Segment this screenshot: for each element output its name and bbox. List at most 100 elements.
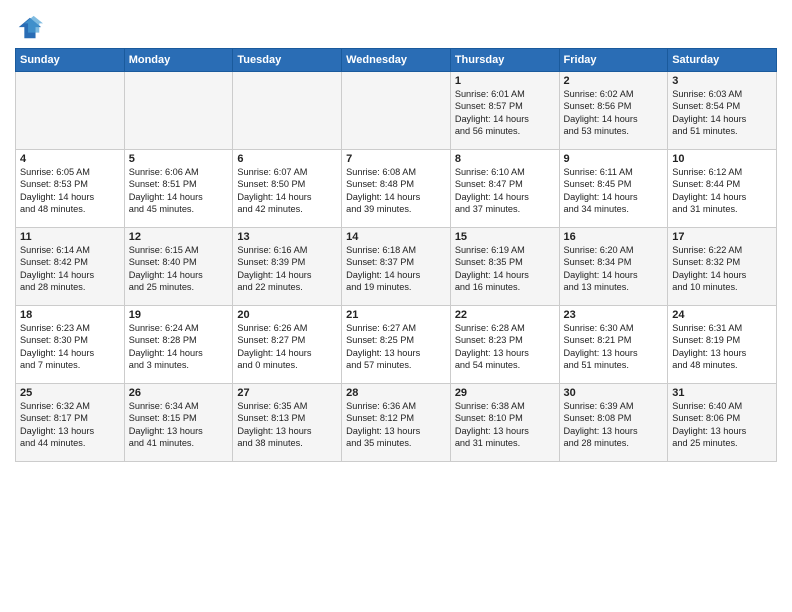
logo: [15, 14, 45, 42]
day-number: 13: [237, 231, 337, 243]
day-number: 6: [237, 153, 337, 165]
day-info: Sunrise: 6:26 AMSunset: 8:27 PMDaylight:…: [237, 322, 337, 372]
day-header-tuesday: Tuesday: [233, 49, 342, 72]
day-info: Sunrise: 6:15 AMSunset: 8:40 PMDaylight:…: [129, 244, 229, 294]
day-number: 9: [564, 153, 664, 165]
day-cell: 27Sunrise: 6:35 AMSunset: 8:13 PMDayligh…: [233, 384, 342, 462]
day-cell: 20Sunrise: 6:26 AMSunset: 8:27 PMDayligh…: [233, 306, 342, 384]
day-info: Sunrise: 6:22 AMSunset: 8:32 PMDaylight:…: [672, 244, 772, 294]
day-info: Sunrise: 6:07 AMSunset: 8:50 PMDaylight:…: [237, 166, 337, 216]
calendar-header-row: SundayMondayTuesdayWednesdayThursdayFrid…: [16, 49, 777, 72]
day-cell: 3Sunrise: 6:03 AMSunset: 8:54 PMDaylight…: [668, 72, 777, 150]
day-number: 31: [672, 387, 772, 399]
day-cell: 6Sunrise: 6:07 AMSunset: 8:50 PMDaylight…: [233, 150, 342, 228]
day-cell: 7Sunrise: 6:08 AMSunset: 8:48 PMDaylight…: [342, 150, 451, 228]
day-cell: 4Sunrise: 6:05 AMSunset: 8:53 PMDaylight…: [16, 150, 125, 228]
day-info: Sunrise: 6:20 AMSunset: 8:34 PMDaylight:…: [564, 244, 664, 294]
day-info: Sunrise: 6:34 AMSunset: 8:15 PMDaylight:…: [129, 400, 229, 450]
day-number: 14: [346, 231, 446, 243]
day-header-sunday: Sunday: [16, 49, 125, 72]
main-container: SundayMondayTuesdayWednesdayThursdayFrid…: [0, 0, 792, 472]
day-info: Sunrise: 6:39 AMSunset: 8:08 PMDaylight:…: [564, 400, 664, 450]
day-info: Sunrise: 6:32 AMSunset: 8:17 PMDaylight:…: [20, 400, 120, 450]
day-header-friday: Friday: [559, 49, 668, 72]
calendar-table: SundayMondayTuesdayWednesdayThursdayFrid…: [15, 48, 777, 462]
day-number: 21: [346, 309, 446, 321]
day-number: 19: [129, 309, 229, 321]
week-row-3: 11Sunrise: 6:14 AMSunset: 8:42 PMDayligh…: [16, 228, 777, 306]
day-info: Sunrise: 6:11 AMSunset: 8:45 PMDaylight:…: [564, 166, 664, 216]
day-cell: 14Sunrise: 6:18 AMSunset: 8:37 PMDayligh…: [342, 228, 451, 306]
day-cell: 16Sunrise: 6:20 AMSunset: 8:34 PMDayligh…: [559, 228, 668, 306]
week-row-1: 1Sunrise: 6:01 AMSunset: 8:57 PMDaylight…: [16, 72, 777, 150]
day-number: 3: [672, 75, 772, 87]
day-info: Sunrise: 6:18 AMSunset: 8:37 PMDaylight:…: [346, 244, 446, 294]
day-cell: 24Sunrise: 6:31 AMSunset: 8:19 PMDayligh…: [668, 306, 777, 384]
day-info: Sunrise: 6:23 AMSunset: 8:30 PMDaylight:…: [20, 322, 120, 372]
day-number: 11: [20, 231, 120, 243]
day-header-thursday: Thursday: [450, 49, 559, 72]
day-info: Sunrise: 6:36 AMSunset: 8:12 PMDaylight:…: [346, 400, 446, 450]
day-number: 15: [455, 231, 555, 243]
day-number: 24: [672, 309, 772, 321]
day-cell: 13Sunrise: 6:16 AMSunset: 8:39 PMDayligh…: [233, 228, 342, 306]
day-info: Sunrise: 6:19 AMSunset: 8:35 PMDaylight:…: [455, 244, 555, 294]
week-row-4: 18Sunrise: 6:23 AMSunset: 8:30 PMDayligh…: [16, 306, 777, 384]
day-cell: 10Sunrise: 6:12 AMSunset: 8:44 PMDayligh…: [668, 150, 777, 228]
day-cell: 25Sunrise: 6:32 AMSunset: 8:17 PMDayligh…: [16, 384, 125, 462]
day-info: Sunrise: 6:01 AMSunset: 8:57 PMDaylight:…: [455, 88, 555, 138]
day-number: 10: [672, 153, 772, 165]
day-cell: 30Sunrise: 6:39 AMSunset: 8:08 PMDayligh…: [559, 384, 668, 462]
day-cell: 21Sunrise: 6:27 AMSunset: 8:25 PMDayligh…: [342, 306, 451, 384]
day-cell: 9Sunrise: 6:11 AMSunset: 8:45 PMDaylight…: [559, 150, 668, 228]
day-cell: 23Sunrise: 6:30 AMSunset: 8:21 PMDayligh…: [559, 306, 668, 384]
day-info: Sunrise: 6:40 AMSunset: 8:06 PMDaylight:…: [672, 400, 772, 450]
day-info: Sunrise: 6:06 AMSunset: 8:51 PMDaylight:…: [129, 166, 229, 216]
day-info: Sunrise: 6:35 AMSunset: 8:13 PMDaylight:…: [237, 400, 337, 450]
day-info: Sunrise: 6:10 AMSunset: 8:47 PMDaylight:…: [455, 166, 555, 216]
day-info: Sunrise: 6:05 AMSunset: 8:53 PMDaylight:…: [20, 166, 120, 216]
day-cell: 19Sunrise: 6:24 AMSunset: 8:28 PMDayligh…: [124, 306, 233, 384]
day-number: 23: [564, 309, 664, 321]
day-number: 26: [129, 387, 229, 399]
day-cell: [342, 72, 451, 150]
day-cell: 29Sunrise: 6:38 AMSunset: 8:10 PMDayligh…: [450, 384, 559, 462]
day-cell: 2Sunrise: 6:02 AMSunset: 8:56 PMDaylight…: [559, 72, 668, 150]
day-number: 1: [455, 75, 555, 87]
day-cell: 22Sunrise: 6:28 AMSunset: 8:23 PMDayligh…: [450, 306, 559, 384]
day-info: Sunrise: 6:03 AMSunset: 8:54 PMDaylight:…: [672, 88, 772, 138]
day-cell: 1Sunrise: 6:01 AMSunset: 8:57 PMDaylight…: [450, 72, 559, 150]
logo-icon: [15, 14, 43, 42]
day-info: Sunrise: 6:14 AMSunset: 8:42 PMDaylight:…: [20, 244, 120, 294]
day-info: Sunrise: 6:28 AMSunset: 8:23 PMDaylight:…: [455, 322, 555, 372]
week-row-5: 25Sunrise: 6:32 AMSunset: 8:17 PMDayligh…: [16, 384, 777, 462]
day-cell: 31Sunrise: 6:40 AMSunset: 8:06 PMDayligh…: [668, 384, 777, 462]
header: [15, 10, 777, 42]
day-number: 2: [564, 75, 664, 87]
week-row-2: 4Sunrise: 6:05 AMSunset: 8:53 PMDaylight…: [16, 150, 777, 228]
day-cell: 8Sunrise: 6:10 AMSunset: 8:47 PMDaylight…: [450, 150, 559, 228]
day-cell: 17Sunrise: 6:22 AMSunset: 8:32 PMDayligh…: [668, 228, 777, 306]
day-number: 29: [455, 387, 555, 399]
day-cell: 26Sunrise: 6:34 AMSunset: 8:15 PMDayligh…: [124, 384, 233, 462]
day-number: 30: [564, 387, 664, 399]
day-info: Sunrise: 6:24 AMSunset: 8:28 PMDaylight:…: [129, 322, 229, 372]
day-number: 5: [129, 153, 229, 165]
day-info: Sunrise: 6:30 AMSunset: 8:21 PMDaylight:…: [564, 322, 664, 372]
day-info: Sunrise: 6:02 AMSunset: 8:56 PMDaylight:…: [564, 88, 664, 138]
day-number: 18: [20, 309, 120, 321]
day-number: 16: [564, 231, 664, 243]
day-number: 20: [237, 309, 337, 321]
day-number: 8: [455, 153, 555, 165]
day-cell: [16, 72, 125, 150]
day-info: Sunrise: 6:16 AMSunset: 8:39 PMDaylight:…: [237, 244, 337, 294]
day-cell: 15Sunrise: 6:19 AMSunset: 8:35 PMDayligh…: [450, 228, 559, 306]
day-cell: 28Sunrise: 6:36 AMSunset: 8:12 PMDayligh…: [342, 384, 451, 462]
day-header-monday: Monday: [124, 49, 233, 72]
day-header-saturday: Saturday: [668, 49, 777, 72]
day-number: 17: [672, 231, 772, 243]
day-cell: [124, 72, 233, 150]
day-number: 28: [346, 387, 446, 399]
day-info: Sunrise: 6:12 AMSunset: 8:44 PMDaylight:…: [672, 166, 772, 216]
day-info: Sunrise: 6:31 AMSunset: 8:19 PMDaylight:…: [672, 322, 772, 372]
